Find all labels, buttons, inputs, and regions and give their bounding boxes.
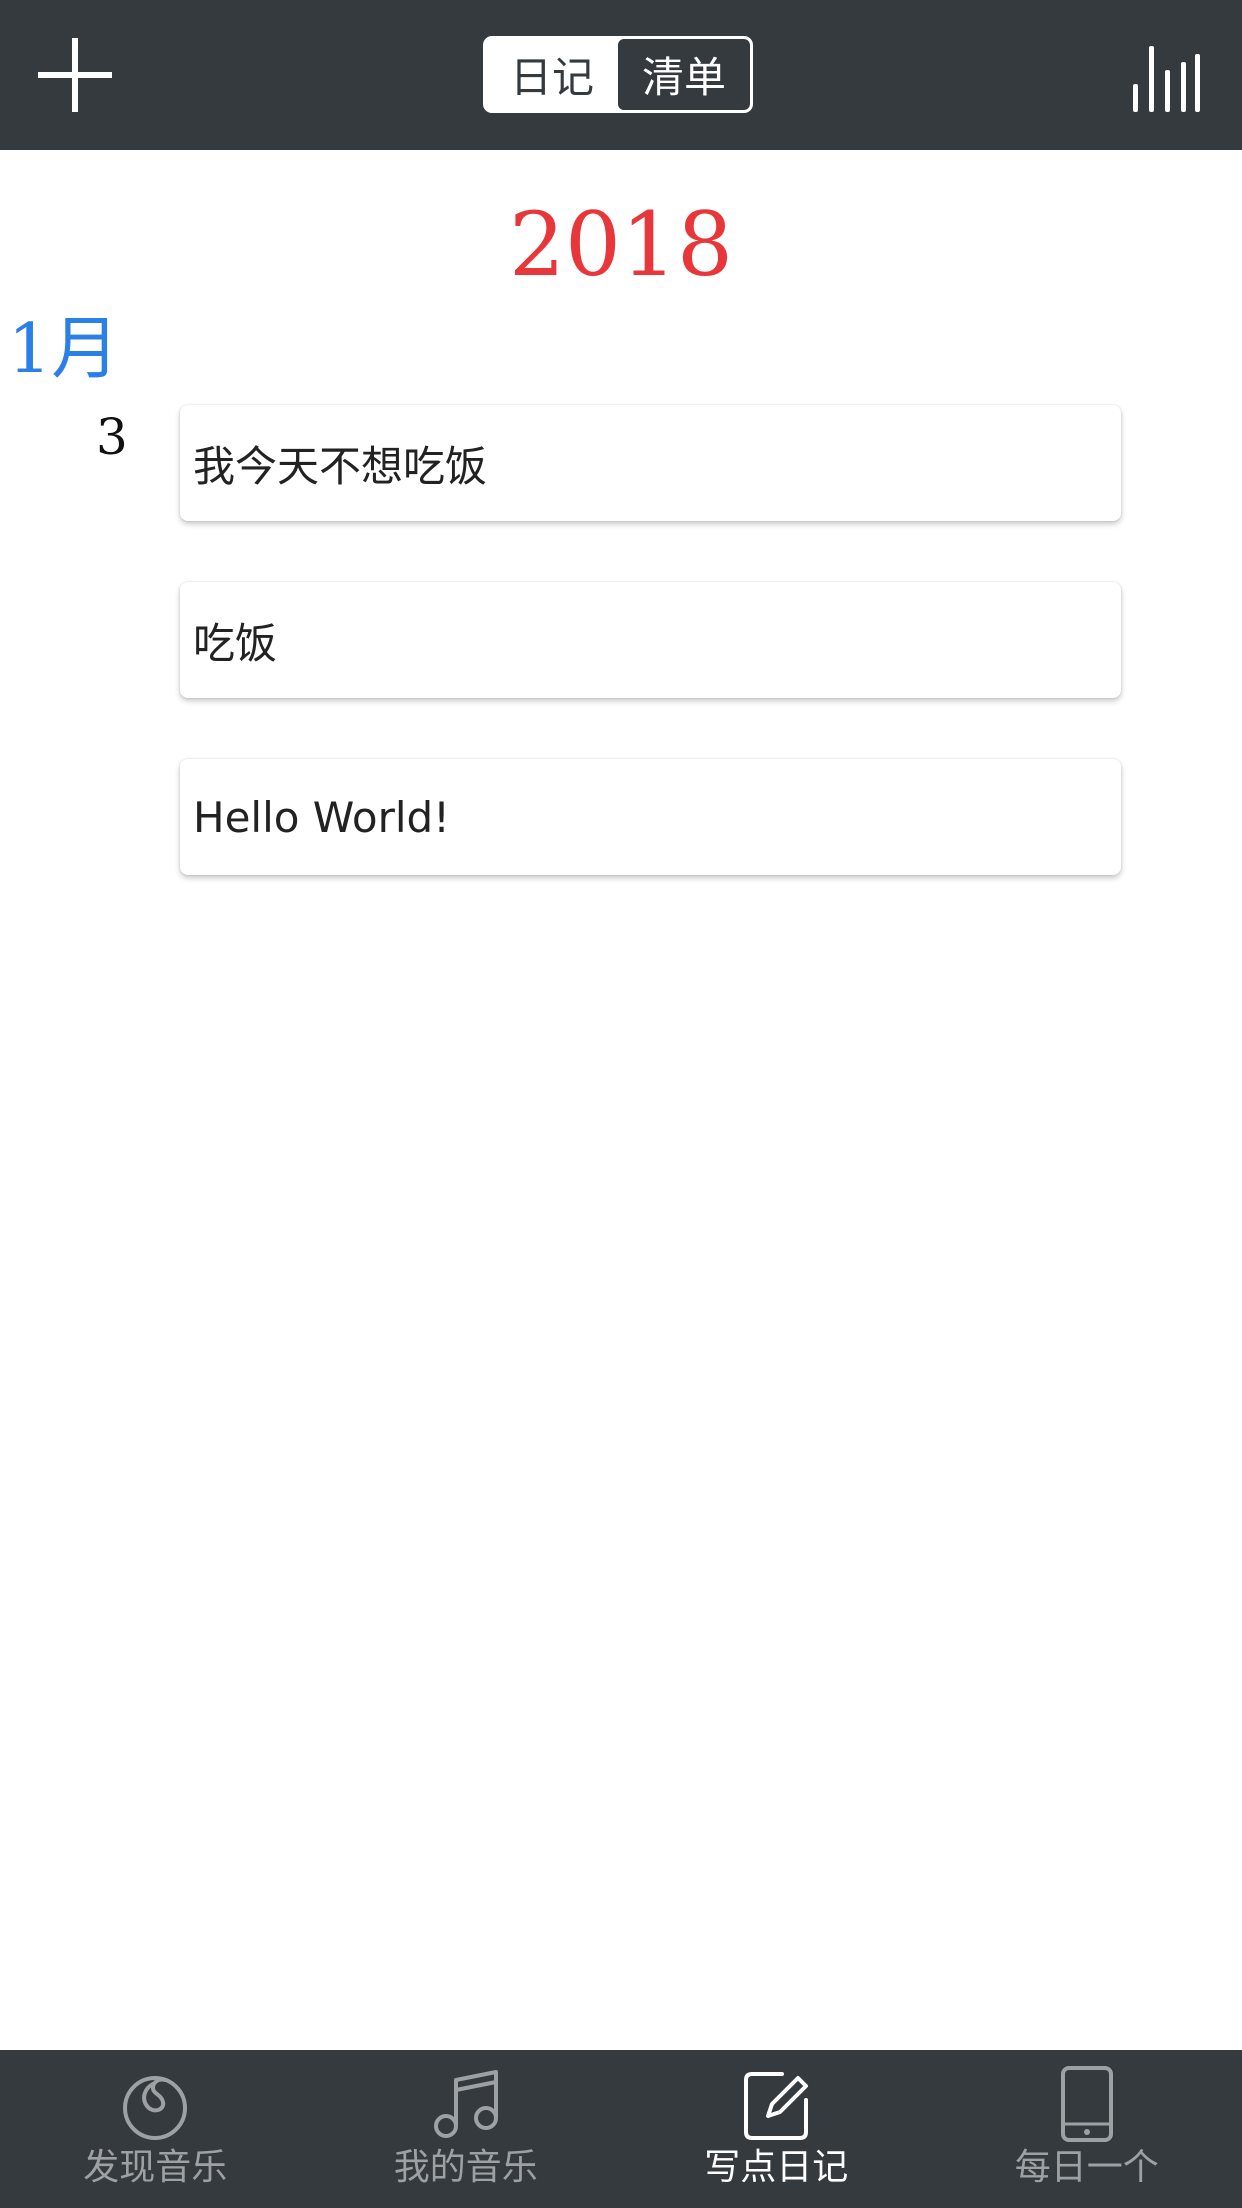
segment-diary[interactable]: 日记 (486, 39, 618, 110)
music-note-icon (433, 2070, 498, 2138)
entry-text: Hello World! (193, 792, 451, 842)
top-bar: 日记 清单 (0, 0, 1242, 150)
year-heading: 2018 (509, 193, 733, 296)
bar-chart-icon (1133, 46, 1200, 112)
nav-label: 我的音乐 (393, 2147, 538, 2188)
stats-button[interactable] (1130, 42, 1202, 114)
view-mode-segmented-control: 日记 清单 (483, 36, 753, 113)
nav-discover-music[interactable]: 发现音乐 (0, 2050, 311, 2208)
segment-list[interactable]: 清单 (618, 39, 750, 110)
nav-label: 发现音乐 (83, 2147, 228, 2188)
nav-write-diary[interactable]: 写点日记 (621, 2050, 932, 2208)
entry-card[interactable]: 我今天不想吃饭 (180, 405, 1121, 521)
app-root: 日记 清单 2018 1月 3 我今天不想吃饭 吃饭 Hello World! (0, 0, 1242, 2208)
add-button[interactable] (36, 36, 114, 114)
netease-music-icon (123, 2076, 188, 2140)
day-label: 3 (96, 408, 128, 466)
nav-daily-one[interactable]: 每日一个 (932, 2050, 1242, 2208)
nav-label: 每日一个 (1014, 2147, 1159, 2188)
nav-label: 写点日记 (704, 2147, 849, 2188)
entry-text: 我今天不想吃饭 (193, 441, 488, 491)
nav-my-music[interactable]: 我的音乐 (311, 2050, 622, 2208)
month-heading: 1月 (8, 310, 120, 389)
phone-icon (1060, 2066, 1113, 2142)
entry-card[interactable]: 吃饭 (180, 582, 1121, 698)
plus-icon (38, 38, 112, 112)
entry-text: 吃饭 (193, 618, 278, 668)
edit-note-icon (744, 2072, 809, 2140)
bottom-nav: 发现音乐 我的音乐 写点日记 每日一个 (0, 2050, 1242, 2208)
entry-card[interactable]: Hello World! (180, 759, 1121, 875)
